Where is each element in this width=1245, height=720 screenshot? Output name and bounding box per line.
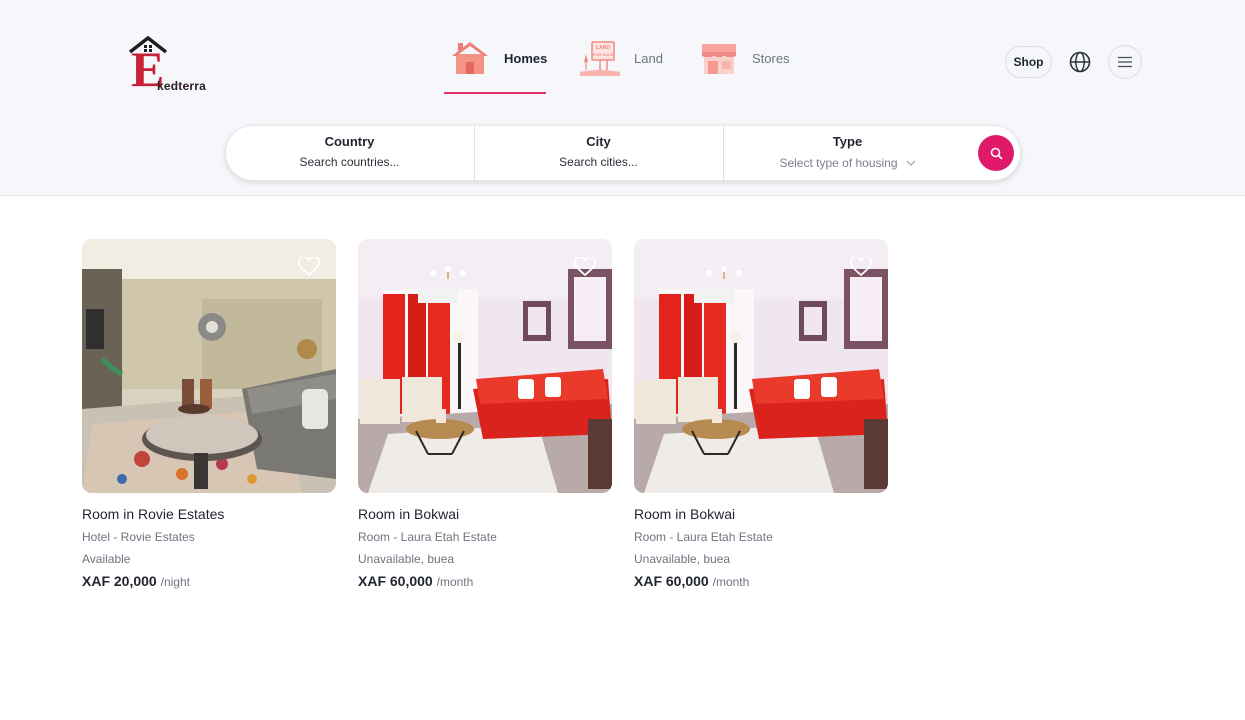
- category-tab-land[interactable]: LAND FOR SALE Land: [580, 38, 680, 94]
- listing-subtitle: Room - Laura Etah Estate: [358, 530, 497, 544]
- listing-status: Unavailable, buea: [634, 552, 731, 566]
- heart-icon[interactable]: [574, 257, 596, 277]
- search-bar: Country City Type Select type of housing: [225, 125, 1021, 182]
- category-tab-stores[interactable]: Stores: [698, 38, 808, 94]
- site-header: E kedterra Homes LAND FOR SALE Land Stor…: [0, 0, 1245, 196]
- listing-card[interactable]: Room in Bokwai Room - Laura Etah Estate …: [634, 239, 888, 589]
- housing-type-placeholder: Select type of housing: [779, 156, 898, 170]
- listing-photo[interactable]: [82, 239, 336, 493]
- category-label: Stores: [752, 51, 790, 66]
- listing-period: /night: [160, 575, 190, 589]
- country-field-label: Country: [324, 134, 375, 149]
- type-search-field[interactable]: Type Select type of housing: [723, 126, 971, 182]
- city-field-label: City: [586, 134, 611, 149]
- land-for-sale-sign-icon: LAND FOR SALE: [580, 41, 620, 76]
- category-tab-homes[interactable]: Homes: [444, 38, 548, 94]
- storefront-icon: [702, 44, 736, 74]
- brand-logo[interactable]: E kedterra: [128, 36, 228, 96]
- listing-subtitle: Hotel - Rovie Estates: [82, 530, 195, 544]
- listing-period: /month: [712, 575, 750, 589]
- heart-icon[interactable]: [850, 257, 872, 277]
- listing-price: XAF 60,000: [358, 573, 433, 589]
- listing-price-row: XAF 60,000 /month: [634, 573, 888, 589]
- country-input[interactable]: [226, 155, 473, 169]
- listing-title[interactable]: Room in Bokwai: [634, 506, 888, 522]
- search-icon: [990, 147, 1003, 160]
- living-room-photo: [358, 239, 612, 493]
- main-menu-button[interactable]: [1108, 45, 1142, 79]
- listing-title[interactable]: Room in Bokwai: [358, 506, 612, 522]
- listing-photo[interactable]: [634, 239, 888, 493]
- listing-period: /month: [436, 575, 474, 589]
- type-field-label: Type: [832, 134, 863, 149]
- listing-title[interactable]: Room in Rovie Estates: [82, 506, 336, 522]
- heart-icon[interactable]: [298, 257, 320, 277]
- living-room-photo: [634, 239, 888, 493]
- listing-status: Available: [82, 552, 131, 566]
- hamburger-menu-icon: [1118, 56, 1132, 68]
- country-search-field[interactable]: Country: [226, 126, 473, 182]
- globe-icon: [1069, 51, 1091, 73]
- svg-text:LAND: LAND: [596, 45, 610, 51]
- listing-status: Unavailable, buea: [358, 552, 455, 566]
- listing-photo[interactable]: [358, 239, 612, 493]
- housing-type-select[interactable]: Select type of housing: [779, 156, 915, 170]
- listing-subtitle: Room - Laura Etah Estate: [634, 530, 773, 544]
- search-button[interactable]: [978, 135, 1014, 171]
- shop-button[interactable]: Shop: [1005, 46, 1052, 78]
- svg-text:FOR SALE: FOR SALE: [593, 52, 614, 57]
- listing-card[interactable]: Room in Rovie Estates Hotel - Rovie Esta…: [82, 239, 336, 589]
- living-room-photo: [82, 239, 336, 493]
- language-button[interactable]: [1066, 48, 1094, 76]
- listing-price-row: XAF 20,000 /night: [82, 573, 336, 589]
- listing-price-row: XAF 60,000 /month: [358, 573, 612, 589]
- listing-card[interactable]: Room in Bokwai Room - Laura Etah Estate …: [358, 239, 612, 589]
- city-search-field[interactable]: City: [474, 126, 722, 182]
- category-label: Homes: [504, 51, 548, 66]
- chevron-down-icon: [906, 160, 915, 166]
- category-label: Land: [634, 51, 663, 66]
- listing-price: XAF 60,000: [634, 573, 709, 589]
- house-icon: [452, 42, 488, 74]
- logo-wordmark: kedterra: [157, 79, 206, 93]
- listing-price: XAF 20,000: [82, 573, 157, 589]
- city-input[interactable]: [475, 155, 722, 169]
